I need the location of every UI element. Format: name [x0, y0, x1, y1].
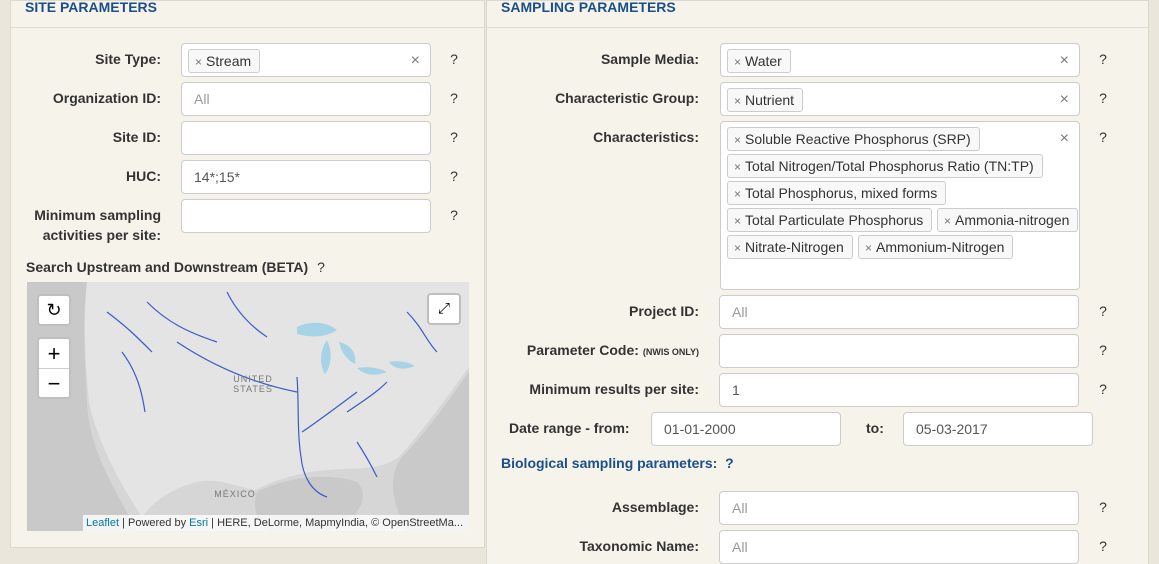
characteristics-help[interactable]: ?	[1097, 129, 1109, 145]
remove-tag-icon[interactable]: ×	[734, 214, 741, 228]
taxonomic-name-label: Taxonomic Name:	[579, 538, 699, 554]
assemblage-input[interactable]: All	[719, 491, 1079, 525]
parameter-code-help[interactable]: ?	[1097, 342, 1109, 358]
site-id-input[interactable]	[181, 121, 431, 155]
upstream-downstream-map[interactable]: ↻ ⤢ + − UNITED STATES MÉXICO Leaflet | P…	[27, 282, 469, 531]
map-attribution: Leaflet | Powered by Esri | HERE, DeLorm…	[83, 515, 469, 531]
reset-map-button[interactable]: ↻	[37, 294, 71, 326]
min-results-label: Minimum results per site:	[529, 381, 699, 397]
remove-tag-icon[interactable]: ×	[734, 133, 741, 147]
map-place-label-us: UNITED STATES	[233, 374, 273, 394]
parameter-code-label: Parameter Code: (NWIS ONLY)	[526, 342, 699, 358]
characteristic-tag[interactable]: × Nitrate-Nitrogen	[727, 235, 853, 259]
characteristic-tag[interactable]: × Total Phosphorus, mixed forms	[727, 181, 947, 205]
characteristic-group-help[interactable]: ?	[1097, 90, 1109, 106]
remove-tag-icon[interactable]: ×	[734, 55, 741, 69]
sample-media-select[interactable]: × Water ×	[720, 43, 1080, 77]
min-activities-input[interactable]	[181, 199, 431, 233]
site-type-help[interactable]: ?	[448, 51, 460, 67]
project-id-input[interactable]: All	[719, 295, 1079, 329]
project-id-help[interactable]: ?	[1097, 303, 1109, 319]
zoom-in-button[interactable]: +	[39, 339, 69, 368]
remove-tag-icon[interactable]: ×	[865, 241, 872, 255]
organization-id-label: Organization ID:	[52, 90, 161, 106]
zoom-out-button[interactable]: −	[39, 369, 69, 398]
min-activities-help[interactable]: ?	[448, 207, 460, 223]
zoom-control: + −	[37, 337, 71, 399]
clear-icon[interactable]: ×	[411, 53, 420, 69]
assemblage-label: Assemblage:	[611, 499, 699, 515]
date-from-input[interactable]: 01-01-2000	[651, 412, 841, 446]
clear-icon[interactable]: ×	[1060, 53, 1069, 69]
divider	[11, 27, 484, 28]
site-id-label: Site ID:	[112, 129, 161, 145]
parameter-code-input[interactable]	[719, 334, 1079, 368]
sample-media-help[interactable]: ?	[1097, 51, 1109, 67]
expand-icon: ⤢	[437, 300, 450, 317]
search-map-help[interactable]: ?	[315, 259, 327, 275]
huc-help[interactable]: ?	[448, 168, 460, 184]
taxonomic-name-help[interactable]: ?	[1097, 538, 1109, 554]
organization-id-input[interactable]: All	[181, 82, 431, 116]
organization-id-help[interactable]: ?	[448, 90, 460, 106]
remove-tag-icon[interactable]: ×	[734, 187, 741, 201]
characteristics-select[interactable]: × Soluble Reactive Phosphorus (SRP) × Tota…	[720, 121, 1080, 290]
biological-help[interactable]: ?	[725, 455, 734, 471]
remove-tag-icon[interactable]: ×	[734, 241, 741, 255]
esri-link[interactable]: Esri	[189, 517, 208, 529]
min-activities-label: Minimum sampling activities per site:	[34, 207, 161, 243]
leaflet-link[interactable]: Leaflet	[86, 517, 119, 529]
site-parameters-panel: SITE PARAMETERS Site Type: × Stream × ? O…	[10, 0, 485, 548]
min-results-help[interactable]: ?	[1097, 381, 1109, 397]
clear-icon[interactable]: ×	[1060, 131, 1069, 147]
min-results-input[interactable]: 1	[719, 373, 1079, 407]
sampling-parameters-title: SAMPLING PARAMETERS	[501, 0, 676, 15]
sample-media-tag[interactable]: × Water	[727, 49, 791, 73]
remove-tag-icon[interactable]: ×	[195, 55, 202, 69]
assemblage-help[interactable]: ?	[1097, 499, 1109, 515]
characteristic-group-tag[interactable]: × Nutrient	[727, 88, 804, 112]
site-type-tag[interactable]: × Stream	[188, 49, 261, 73]
site-type-select[interactable]: × Stream ×	[181, 43, 431, 77]
characteristics-label: Characteristics:	[593, 129, 699, 145]
huc-input[interactable]: 14*;15*	[181, 160, 431, 194]
project-id-label: Project ID:	[628, 303, 699, 319]
clear-icon[interactable]: ×	[1060, 92, 1069, 108]
date-to-label: to:	[866, 420, 884, 436]
sample-media-label: Sample Media:	[600, 51, 699, 67]
divider	[487, 27, 1148, 28]
biological-parameters-toggle[interactable]: Biological sampling parameters: ?	[501, 455, 734, 471]
characteristic-tag[interactable]: × Ammonia-nitrogen	[937, 208, 1079, 232]
sampling-parameters-panel: SAMPLING PARAMETERS Sample Media: × Water…	[486, 0, 1149, 564]
remove-tag-icon[interactable]: ×	[944, 214, 951, 228]
date-to-input[interactable]: 05-03-2017	[903, 412, 1093, 446]
characteristic-group-select[interactable]: × Nutrient ×	[720, 82, 1080, 116]
characteristic-tag[interactable]: × Ammonium-Nitrogen	[858, 235, 1014, 259]
characteristic-tag[interactable]: × Total Particulate Phosphorus	[727, 208, 933, 232]
fullscreen-button[interactable]: ⤢	[427, 293, 461, 325]
site-type-label: Site Type:	[95, 51, 161, 67]
characteristic-group-label: Characteristic Group:	[555, 90, 699, 106]
huc-label: HUC:	[126, 168, 161, 184]
taxonomic-name-input[interactable]: All	[719, 530, 1079, 564]
characteristic-tag[interactable]: × Total Nitrogen/Total Phosphorus Ratio (…	[727, 154, 1043, 178]
search-map-label: Search Upstream and Downstream (BETA)	[26, 259, 309, 275]
site-parameters-title: SITE PARAMETERS	[25, 0, 157, 15]
map-place-label-mexico: MÉXICO	[214, 489, 256, 499]
characteristic-tag[interactable]: × Soluble Reactive Phosphorus (SRP)	[727, 127, 980, 151]
remove-tag-icon[interactable]: ×	[734, 160, 741, 174]
refresh-icon: ↻	[46, 300, 62, 320]
remove-tag-icon[interactable]: ×	[734, 94, 741, 108]
date-from-label: Date range - from:	[509, 420, 630, 436]
site-id-help[interactable]: ?	[448, 129, 460, 145]
